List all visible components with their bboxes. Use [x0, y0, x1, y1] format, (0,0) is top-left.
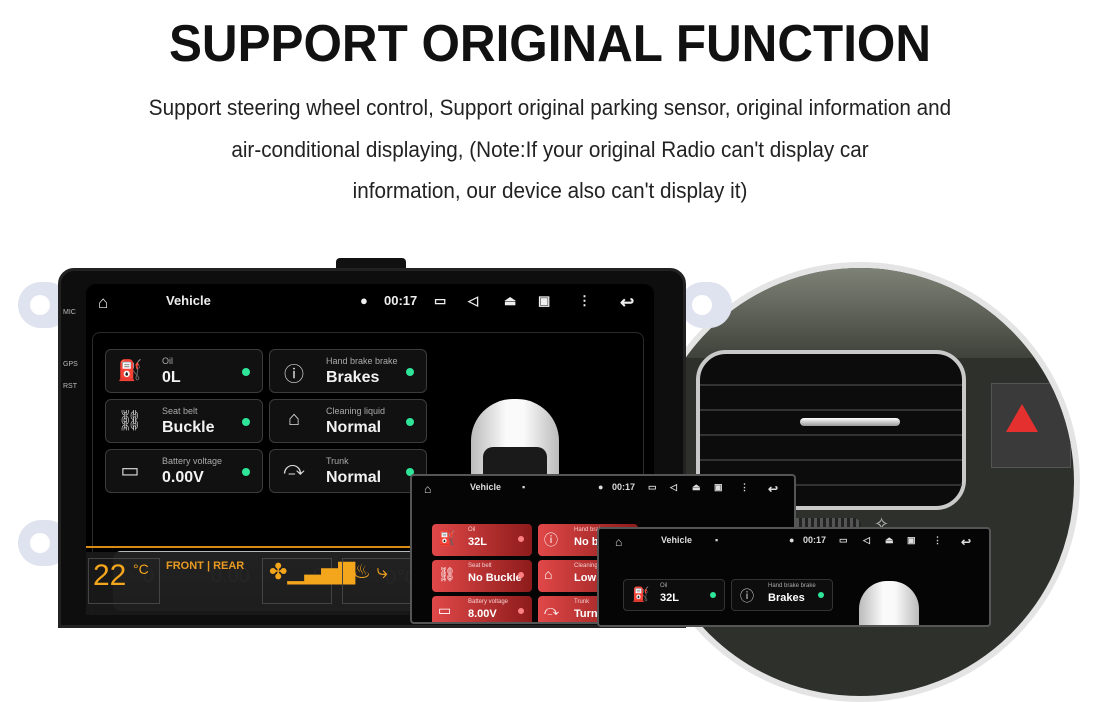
description-line-3: information, our device also can't displ… — [352, 178, 748, 203]
clock: 00:17 — [803, 535, 827, 545]
eject-icon[interactable]: ⏏ — [885, 535, 894, 546]
screen-title: Vehicle — [166, 293, 211, 308]
location-icon: ● — [360, 293, 368, 308]
card-oil: ⛽ Oil 32L — [432, 524, 532, 556]
vent-knob — [800, 418, 900, 426]
screen-icon[interactable]: ▣ — [714, 482, 723, 493]
trunk-icon: ⤼ — [283, 458, 305, 480]
more-icon[interactable]: ⋮ — [740, 482, 749, 493]
card-trunk: ⤼ Trunk Normal — [269, 449, 427, 493]
card-oil: ⛽ Oil 32L — [623, 579, 725, 611]
battery-icon: ▭ — [648, 482, 657, 492]
status-dot — [242, 418, 250, 426]
screen-icon: ▪ — [522, 482, 526, 492]
status-dot — [710, 592, 716, 598]
status-bar: ⌂ Vehicle ▪ ● 00:17 ▭ ◁ ⏏ ▣ ⋮ ↩ — [599, 529, 989, 553]
gps-label: GPS — [63, 361, 78, 368]
status-dot — [406, 368, 414, 376]
screen-icon[interactable]: ▣ — [907, 535, 916, 546]
temperature-display[interactable]: 22 °C — [88, 558, 160, 604]
brake-icon: ⓘ — [284, 364, 304, 386]
card-oil: ⛽ Oil 0L — [105, 349, 263, 393]
card-cleaning-liquid: ⌂ Cleaning liquid Normal — [269, 399, 427, 443]
battery-icon: ▭ — [839, 535, 848, 545]
eject-icon[interactable]: ⏏ — [692, 482, 701, 493]
volume-icon[interactable]: ◁ — [863, 535, 870, 546]
clock: 00:17 — [612, 482, 636, 492]
location-icon: ● — [598, 482, 604, 492]
home-icon[interactable]: ⌂ — [615, 535, 622, 549]
hazard-button — [991, 383, 1071, 468]
more-icon[interactable]: ⋮ — [578, 293, 591, 309]
eject-icon[interactable]: ⏏ — [504, 293, 516, 309]
headline: SUPPORT ORIGINAL FUNCTION — [168, 15, 932, 73]
screen-title: Vehicle — [470, 482, 502, 492]
car-top-view — [859, 581, 919, 625]
front-rear-toggle[interactable]: FRONT | REAR — [166, 560, 244, 572]
status-dot — [818, 592, 824, 598]
washer-fluid-icon: ⌂ — [287, 408, 301, 430]
back-icon[interactable]: ↩ — [620, 293, 634, 313]
location-icon: ● — [789, 535, 795, 545]
card-seat-belt: ⛓ Seat belt No Buckle — [432, 560, 532, 592]
fuel-icon: ⛽ — [117, 360, 143, 382]
card-seat-belt: ⛓ Seat belt Buckle — [105, 399, 263, 443]
description-line-1: Support steering wheel control, Support … — [148, 95, 952, 120]
volume-icon[interactable]: ◁ — [670, 482, 677, 493]
mic-label: MIC — [63, 309, 76, 316]
battery-icon: ▭ — [434, 293, 447, 308]
screen-title: Vehicle — [661, 535, 693, 545]
hazard-icon — [1006, 404, 1038, 432]
screen-icon[interactable]: ▣ — [538, 293, 550, 309]
seatbelt-icon: ⛓ — [117, 410, 143, 432]
clock: 00:17 — [384, 293, 418, 308]
home-icon[interactable]: ⌂ — [424, 482, 431, 496]
status-dot — [242, 468, 250, 476]
screen-icon: ▪ — [715, 535, 719, 545]
volume-icon[interactable]: ◁ — [468, 293, 478, 309]
secondary-screen-normal: ⌂ Vehicle ▪ ● 00:17 ▭ ◁ ⏏ ▣ ⋮ ↩ ⛽ Oil 32… — [597, 527, 991, 627]
status-bar: ⌂ Vehicle ▪ ● 00:17 ▭ ◁ ⏏ ▣ ⋮ ↩ — [412, 476, 794, 500]
card-battery-voltage: ▭ Battery voltage 0.00V — [105, 449, 263, 493]
battery-icon: ▭ — [120, 460, 140, 482]
back-icon[interactable]: ↩ — [768, 482, 778, 496]
description-line-2: air-conditional displaying, (Note:If you… — [231, 137, 869, 162]
status-dot — [518, 572, 524, 578]
back-icon[interactable]: ↩ — [961, 535, 971, 549]
status-dot — [518, 536, 524, 542]
home-icon[interactable]: ⌂ — [98, 293, 108, 313]
climate-bar: 22 °C FRONT | REAR ✤▁▃▅▇ ♨ ⤷ — [86, 552, 416, 615]
status-dot — [518, 608, 524, 614]
defrost-airflow-icon[interactable]: ♨ ⤷ — [342, 558, 416, 604]
more-icon[interactable]: ⋮ — [933, 535, 942, 546]
rst-label: RST — [63, 383, 77, 390]
status-dot — [406, 418, 414, 426]
card-hand-brake: ⓘ Hand brake brake Brakes — [269, 349, 427, 393]
fan-speed-icon[interactable]: ✤▁▃▅▇ — [262, 558, 355, 604]
status-dot — [242, 368, 250, 376]
mount-tab — [680, 282, 732, 328]
card-battery-voltage: ▭ Battery voltage 8.00V — [432, 596, 532, 622]
card-hand-brake: ⓘ Hand brake brake Brakes — [731, 579, 833, 611]
status-bar: ⌂ Vehicle ● 00:17 ▭ ◁ ⏏ ▣ ⋮ ↩ — [86, 284, 654, 318]
